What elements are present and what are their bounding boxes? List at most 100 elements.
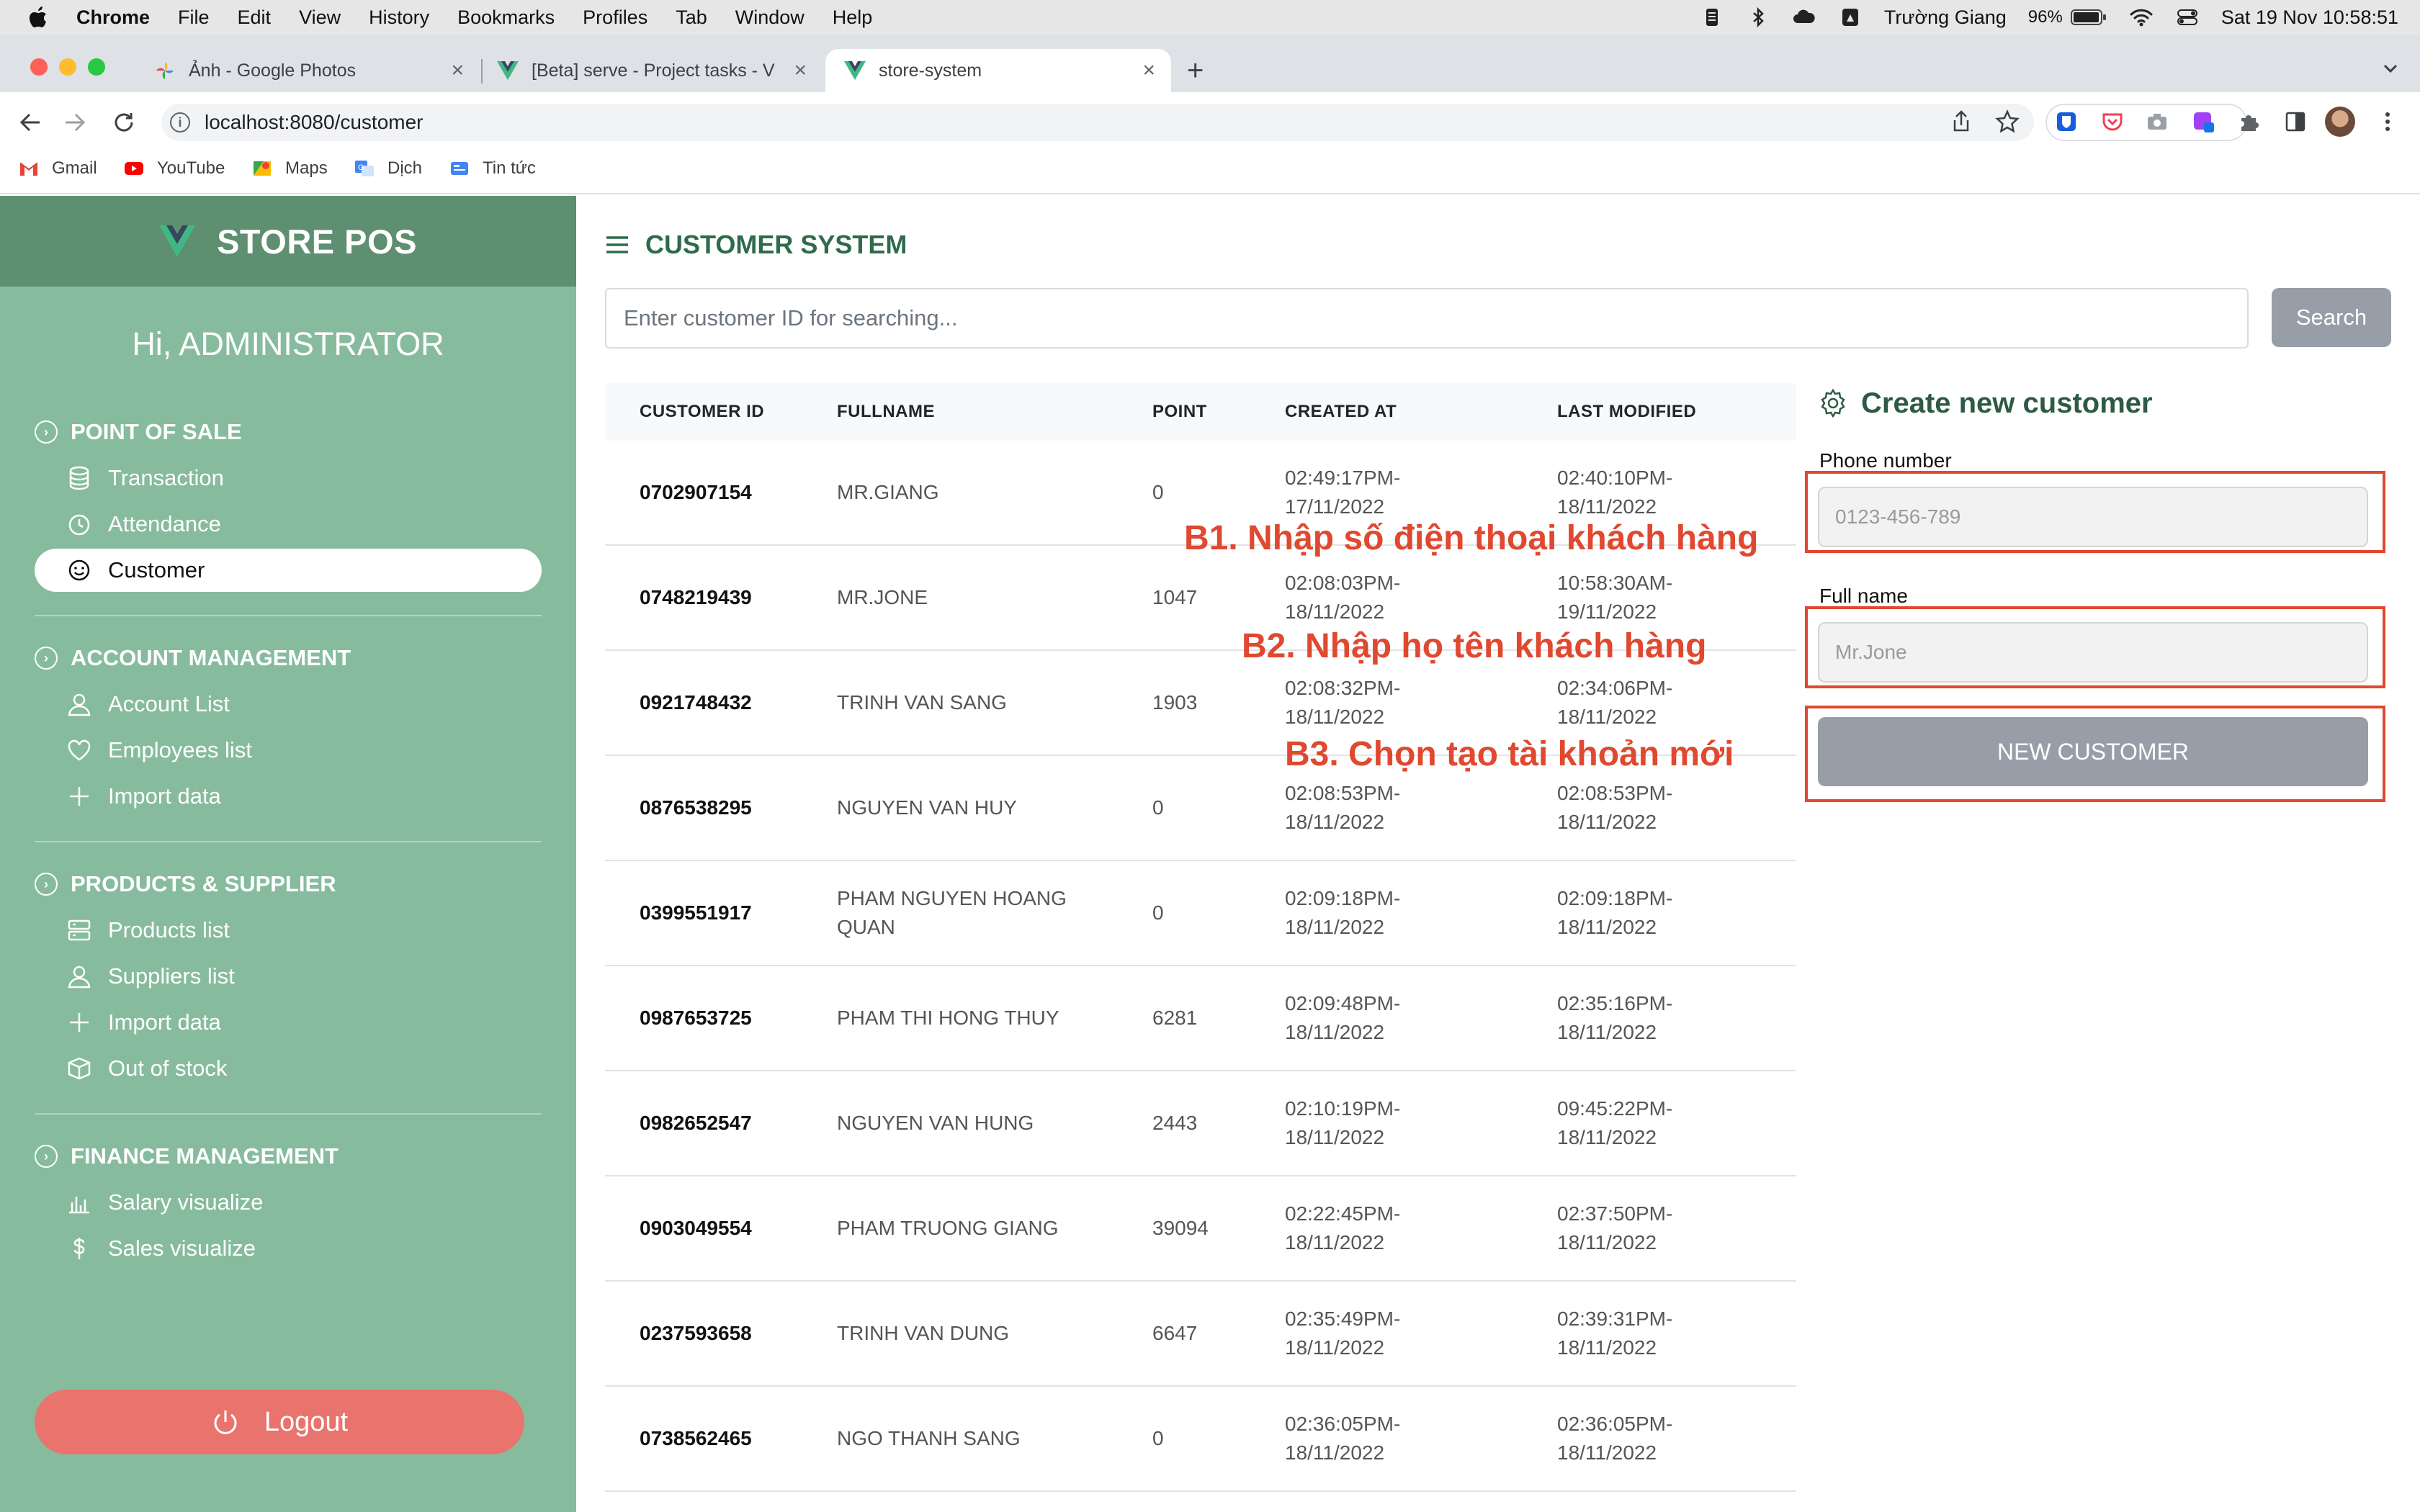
cloud-icon[interactable] — [1792, 7, 1816, 27]
cell-point: 6647 — [1152, 1322, 1198, 1344]
box-icon — [68, 1057, 91, 1080]
drive-icon[interactable] — [1838, 7, 1863, 27]
battery-icon[interactable] — [2070, 8, 2107, 27]
cell-fullname: TRINH VAN SANG — [837, 691, 1007, 714]
cell-last-modified: 02:36:05PM-18/11/2022 — [1557, 1413, 1673, 1464]
sidebar-item-products-list[interactable]: Products list — [35, 909, 542, 952]
bluetooth-icon[interactable] — [1746, 7, 1770, 27]
sidebar-item-import-data[interactable]: Import data — [35, 775, 542, 818]
hamburger-menu-icon[interactable] — [605, 235, 629, 255]
menu-edit[interactable]: Edit — [238, 6, 272, 29]
table-row[interactable]: 0903049554 PHAM TRUONG GIANG 39094 02:22… — [605, 1176, 1796, 1282]
info-icon[interactable]: i — [170, 112, 190, 132]
new-tab-button[interactable]: + — [1187, 55, 1204, 87]
sidebar-item-import-data-products[interactable]: Import data — [35, 1001, 542, 1044]
profile-avatar[interactable] — [2325, 107, 2355, 137]
section-point-of-sale[interactable]: › POINT OF SALE — [35, 416, 242, 448]
extension-colorful-icon[interactable] — [2191, 109, 2215, 134]
bookmark-news[interactable]: Tin tức — [449, 157, 536, 180]
sidebar-item-employees-list[interactable]: Employees list — [35, 729, 542, 772]
logout-button[interactable]: Logout — [35, 1390, 524, 1454]
camera-icon[interactable] — [2145, 109, 2169, 134]
search-button[interactable]: Search — [2272, 288, 2391, 347]
wifi-icon[interactable] — [2129, 7, 2154, 27]
menu-tab[interactable]: Tab — [676, 6, 707, 29]
window-minimize-button[interactable] — [59, 58, 76, 76]
tab-store-system[interactable]: store-system × — [825, 49, 1171, 92]
sidebar-item-suppliers-list[interactable]: Suppliers list — [35, 955, 542, 998]
sidebar-item-account-list[interactable]: Account List — [35, 683, 542, 726]
sidebar-item-out-of-stock[interactable]: Out of stock — [35, 1047, 542, 1090]
column-header-last-modified[interactable]: LAST MODIFIED — [1557, 397, 1716, 426]
tab-close-icon[interactable]: × — [794, 58, 807, 83]
section-products-supplier[interactable]: › PRODUCTS & SUPPLIER — [35, 868, 336, 900]
menu-history[interactable]: History — [369, 6, 429, 29]
bookmark-maps[interactable]: Maps — [252, 157, 328, 180]
customer-search-input[interactable] — [605, 288, 2249, 348]
column-header-fullname[interactable]: FULLNAME — [837, 397, 1096, 426]
menu-datetime[interactable]: Sat 19 Nov 10:58:51 — [2221, 6, 2398, 29]
table-row[interactable]: 0982652547 NGUYEN VAN HUNG 2443 02:10:19… — [605, 1071, 1796, 1176]
window-zoom-button[interactable] — [88, 58, 105, 76]
url-text[interactable]: localhost:8080/customer — [205, 111, 424, 134]
sidebar-item-sales-visualize[interactable]: Sales visualize — [35, 1227, 542, 1270]
back-button[interactable] — [16, 107, 45, 138]
arrow-right-icon — [66, 113, 86, 132]
address-bar[interactable]: i localhost:8080/customer — [161, 104, 2034, 141]
pocket-icon[interactable] — [2100, 109, 2125, 134]
tab-close-icon[interactable]: × — [1142, 58, 1155, 83]
sidebar-item-salary-visualize[interactable]: Salary visualize — [35, 1181, 542, 1224]
menu-view[interactable]: View — [299, 6, 341, 29]
bookmark-translate[interactable]: G Dịch — [354, 157, 422, 180]
star-icon[interactable] — [1995, 109, 2020, 134]
table-row[interactable]: 0399551917 PHAM NGUYEN HOANG QUAN 0 02:0… — [605, 861, 1796, 966]
bookmark-gmail[interactable]: Gmail — [19, 157, 97, 180]
menu-file[interactable]: File — [178, 6, 210, 29]
bitwarden-icon[interactable] — [2054, 109, 2079, 134]
calendar-icon[interactable] — [1700, 7, 1724, 27]
window-close-button[interactable] — [30, 58, 48, 76]
section-finance-management[interactable]: › FINANCE MANAGEMENT — [35, 1140, 339, 1172]
share-icon[interactable] — [1949, 109, 1973, 134]
tab-project-tasks[interactable]: [Beta] serve - Project tasks - V × — [484, 49, 823, 92]
menu-bookmarks[interactable]: Bookmarks — [457, 6, 555, 29]
menu-window[interactable]: Window — [735, 6, 805, 29]
phone-number-input[interactable] — [1818, 487, 2368, 547]
sidebar-item-attendance[interactable]: Attendance — [35, 503, 542, 546]
column-header-customer-id[interactable]: CUSTOMER ID — [640, 402, 764, 422]
control-center-icon[interactable] — [2175, 7, 2200, 27]
create-customer-heading: Create new customer — [1818, 386, 2153, 420]
forward-button[interactable] — [60, 107, 89, 138]
column-header-created-at[interactable]: CREATED AT — [1285, 397, 1443, 426]
column-header-point[interactable]: POINT — [1152, 402, 1207, 422]
bookmark-youtube[interactable]: YouTube — [124, 157, 225, 180]
sidebar-brand[interactable]: STORE POS — [0, 196, 576, 287]
chevron-down-icon[interactable] — [2380, 58, 2401, 79]
menu-user-name[interactable]: Trường Giang — [1884, 6, 2007, 29]
menu-app-name[interactable]: Chrome — [76, 6, 150, 29]
apple-logo-icon[interactable] — [29, 6, 48, 28]
cell-last-modified: 02:35:16PM-18/11/2022 — [1557, 992, 1673, 1043]
sidebar-item-customer[interactable]: Customer — [35, 549, 542, 592]
smile-icon — [68, 559, 90, 581]
tab-close-icon[interactable]: × — [451, 58, 464, 83]
cell-fullname: NGO THANH SANG — [837, 1427, 1021, 1449]
puzzle-icon[interactable] — [2237, 109, 2262, 134]
reload-button[interactable] — [109, 107, 138, 138]
full-name-input[interactable] — [1818, 622, 2368, 683]
section-account-management[interactable]: › ACCOUNT MANAGEMENT — [35, 642, 351, 674]
logout-label: Logout — [264, 1406, 349, 1437]
table-row[interactable]: 0237593658 TRINH VAN DUNG 6647 02:35:49P… — [605, 1282, 1796, 1387]
new-customer-button[interactable]: NEW CUSTOMER — [1818, 717, 2368, 786]
chevron-right-circle-icon: › — [35, 647, 58, 670]
sidebar-item-label: Transaction — [108, 465, 224, 490]
tab-google-photos[interactable]: Ảnh - Google Photos × — [141, 49, 480, 92]
table-row[interactable]: 0987653725 PHAM THI HONG THUY 6281 02:09… — [605, 966, 1796, 1071]
menu-profiles[interactable]: Profiles — [583, 6, 647, 29]
menu-help[interactable]: Help — [833, 6, 873, 29]
sidebar-item-transaction[interactable]: Transaction — [35, 456, 542, 500]
more-vertical-icon[interactable] — [2375, 109, 2400, 134]
cell-created-at: 02:35:49PM-18/11/2022 — [1285, 1308, 1401, 1359]
side-panel-icon[interactable] — [2283, 109, 2308, 134]
table-row[interactable]: 0738562465 NGO THANH SANG 0 02:36:05PM-1… — [605, 1387, 1796, 1492]
